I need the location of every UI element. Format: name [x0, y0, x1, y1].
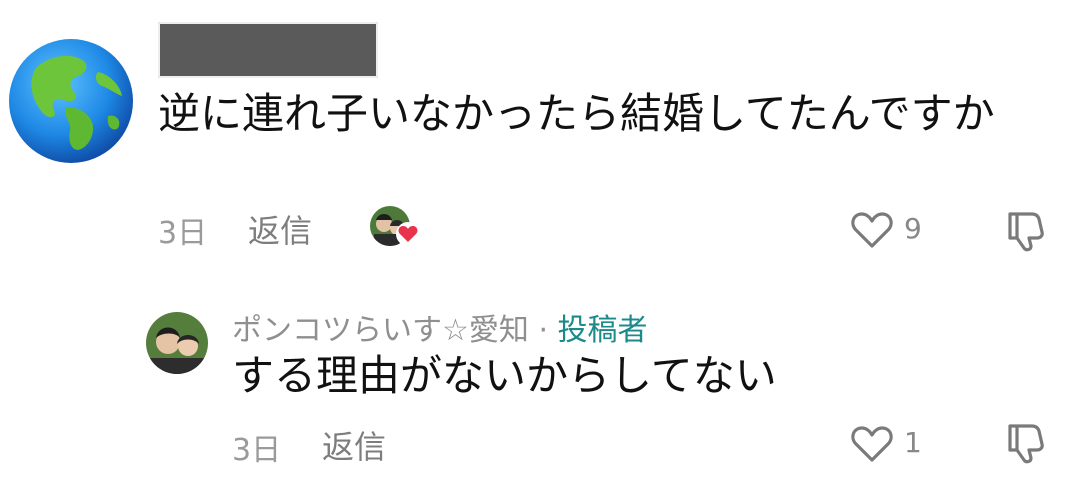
thumbs-down-icon[interactable]: [1002, 208, 1048, 254]
reply-like-count: 1: [904, 426, 922, 459]
reply-username[interactable]: ポンコツらいす☆愛知: [232, 313, 529, 348]
redacted-username: [158, 22, 378, 78]
globe-icon[interactable]: [8, 38, 134, 164]
reply-heart-outline-icon[interactable]: [850, 424, 894, 464]
author-badge: 投稿者: [557, 313, 648, 348]
reply-text: する理由がないからしてない: [232, 351, 777, 400]
creator-heart-icon: [396, 222, 420, 246]
reply-username-line: ポンコツらいす☆愛知 · 投稿者: [232, 305, 648, 349]
reply-button[interactable]: 返信: [248, 206, 312, 252]
reply-thumbs-down-icon[interactable]: [1002, 420, 1048, 466]
comment-timestamp: 3日: [158, 216, 208, 251]
separator: ·: [528, 313, 558, 348]
reply-reply-button[interactable]: 返信: [322, 422, 386, 468]
comment-text: 逆に連れ子いなかったら結婚してたんですか: [158, 89, 995, 138]
reply-timestamp: 3日: [232, 433, 282, 468]
avatar[interactable]: [146, 312, 208, 374]
heart-outline-icon[interactable]: [850, 210, 894, 250]
like-count: 9: [904, 212, 922, 245]
